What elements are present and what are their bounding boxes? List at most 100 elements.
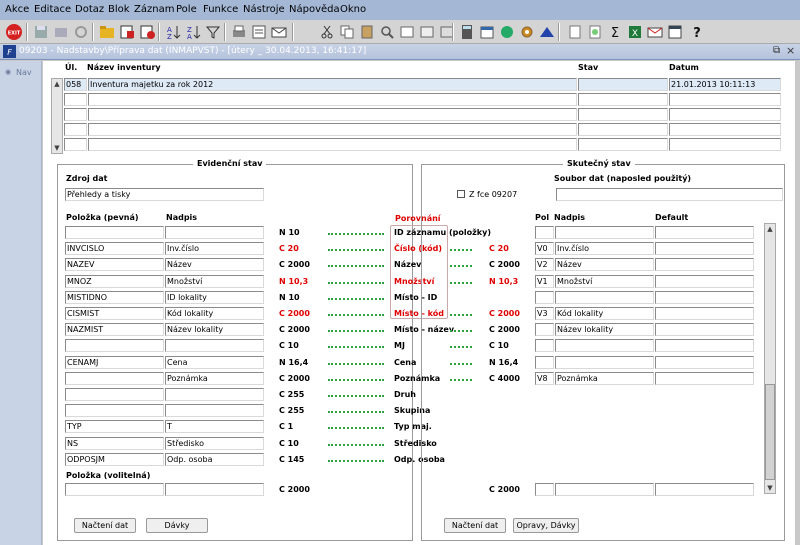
actual-pol-cell[interactable]: [535, 323, 554, 337]
inventory-state-cell[interactable]: [578, 123, 668, 136]
mapping-scrollbar[interactable]: ▲ ▼: [764, 223, 776, 494]
close-icon[interactable]: ×: [786, 44, 795, 57]
edit-field-icon[interactable]: [398, 23, 416, 41]
evid-item-cell[interactable]: [65, 388, 164, 401]
actual-caption-cell[interactable]: Poznámka: [555, 371, 654, 385]
evid-caption-cell[interactable]: Cena: [165, 355, 264, 369]
menu-item[interactable]: Dotaz: [75, 4, 104, 15]
scroll-down-icon[interactable]: ▼: [765, 483, 775, 493]
scroll-thumb[interactable]: [765, 384, 775, 480]
inventory-date-cell[interactable]: [669, 108, 781, 121]
mail-icon[interactable]: [270, 23, 288, 41]
actual-default-cell[interactable]: [655, 307, 754, 320]
actual-caption-cell[interactable]: [555, 339, 654, 353]
settings-icon[interactable]: [518, 23, 536, 41]
window-icon[interactable]: [666, 23, 684, 41]
actual-default-cell[interactable]: [655, 274, 754, 288]
sum-icon[interactable]: Σ: [606, 23, 624, 41]
menu-item[interactable]: Nástroje: [243, 4, 285, 15]
print-preview-icon[interactable]: [52, 23, 70, 41]
refresh-icon[interactable]: [72, 23, 90, 41]
inventory-name-cell[interactable]: [88, 138, 577, 151]
inventory-ul-cell[interactable]: [64, 108, 87, 121]
evid-optional-caption[interactable]: [165, 483, 264, 496]
inventory-ul-cell[interactable]: 058: [64, 78, 87, 91]
calculator-icon[interactable]: [458, 23, 476, 41]
evid-item-cell[interactable]: NAZEV: [65, 258, 164, 272]
evid-item-cell[interactable]: NS: [65, 436, 164, 450]
inventory-date-cell[interactable]: 21.01.2013 10:11:13: [669, 78, 781, 91]
evid-caption-cell[interactable]: Středisko: [165, 436, 264, 450]
evid-caption-cell[interactable]: Název: [165, 258, 264, 272]
evid-item-cell[interactable]: CISMIST: [65, 307, 164, 320]
evid-item-cell[interactable]: MISTIDNO: [65, 290, 164, 304]
menu-item[interactable]: Záznam: [134, 4, 174, 15]
chart-icon[interactable]: [586, 23, 604, 41]
actual-file-field[interactable]: [556, 188, 783, 201]
actual-optional-pol[interactable]: [535, 483, 554, 496]
actual-default-cell[interactable]: [655, 355, 754, 369]
evid-caption-cell[interactable]: [165, 339, 264, 353]
actual-pol-cell[interactable]: V0: [535, 242, 554, 256]
chk-fce-checkbox[interactable]: [457, 190, 465, 198]
actual-optional-caption[interactable]: [555, 483, 654, 496]
excel-icon[interactable]: X: [626, 23, 644, 41]
actual-default-cell[interactable]: [655, 323, 754, 337]
actual-caption-cell[interactable]: Kód lokality: [555, 307, 654, 320]
radio-icon[interactable]: ◉: [5, 68, 11, 76]
paste-icon[interactable]: [358, 23, 376, 41]
evid-item-cell[interactable]: [65, 226, 164, 239]
report-icon[interactable]: [250, 23, 268, 41]
menu-item[interactable]: Blok: [108, 4, 130, 15]
actual-default-cell[interactable]: [655, 258, 754, 272]
actual-caption-cell[interactable]: Množství: [555, 274, 654, 288]
evid-caption-cell[interactable]: [165, 404, 264, 418]
actual-pol-cell[interactable]: [535, 290, 554, 304]
evid-caption-cell[interactable]: Název lokality: [165, 323, 264, 337]
triangle-icon[interactable]: [538, 23, 556, 41]
inventory-ul-cell[interactable]: [64, 123, 87, 136]
actual-caption-cell[interactable]: [555, 290, 654, 304]
folder-icon[interactable]: [98, 23, 116, 41]
filter-icon[interactable]: [204, 23, 222, 41]
evid-item-cell[interactable]: MNOZ: [65, 274, 164, 288]
new-record-icon[interactable]: [118, 23, 136, 41]
inventory-date-cell[interactable]: [669, 123, 781, 136]
inventory-name-cell[interactable]: [88, 108, 577, 121]
restore-icon[interactable]: ⧉: [773, 45, 780, 56]
actual-default-cell[interactable]: [655, 226, 754, 239]
inventory-ul-cell[interactable]: [64, 93, 87, 106]
evid-batch-button[interactable]: Dávky: [146, 518, 208, 533]
evid-source-field[interactable]: Přehledy a tisky: [65, 188, 264, 201]
actual-default-cell[interactable]: [655, 371, 754, 385]
evid-load-button[interactable]: Načtení dat: [74, 518, 136, 533]
cut-icon[interactable]: [318, 23, 336, 41]
inventory-state-cell[interactable]: [578, 93, 668, 106]
actual-fix-button[interactable]: Opravy, Dávky: [513, 518, 579, 533]
actual-default-cell[interactable]: [655, 242, 754, 256]
mail-send-icon[interactable]: [646, 23, 664, 41]
calendar-icon[interactable]: [478, 23, 496, 41]
evid-caption-cell[interactable]: Inv.číslo: [165, 242, 264, 256]
actual-caption-cell[interactable]: [555, 355, 654, 369]
evid-item-cell[interactable]: [65, 371, 164, 385]
inventory-state-cell[interactable]: [578, 138, 668, 151]
menu-item[interactable]: Editace: [34, 4, 71, 15]
exit-icon[interactable]: EXIT: [5, 23, 23, 41]
actual-optional-default[interactable]: [655, 483, 754, 496]
inventory-state-cell[interactable]: [578, 108, 668, 121]
clear-field-icon[interactable]: [418, 23, 436, 41]
menu-item[interactable]: Funkce: [203, 4, 238, 15]
print-icon[interactable]: [230, 23, 248, 41]
actual-caption-cell[interactable]: Název lokality: [555, 323, 654, 337]
evid-caption-cell[interactable]: [165, 388, 264, 401]
evid-item-cell[interactable]: CENAMJ: [65, 355, 164, 369]
actual-caption-cell[interactable]: Název: [555, 258, 654, 272]
doc-icon[interactable]: [566, 23, 584, 41]
actual-pol-cell[interactable]: V1: [535, 274, 554, 288]
inventory-ul-cell[interactable]: [64, 138, 87, 151]
save-icon[interactable]: [32, 23, 50, 41]
evid-item-cell[interactable]: NAZMIST: [65, 323, 164, 337]
actual-load-button[interactable]: Načtení dat: [444, 518, 506, 533]
scroll-down-icon[interactable]: ▼: [52, 143, 62, 153]
